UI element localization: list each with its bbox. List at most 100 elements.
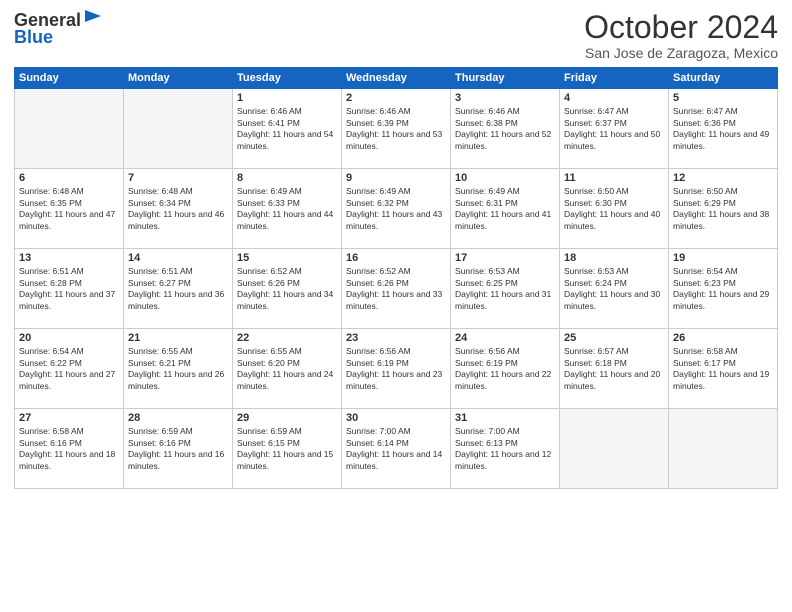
day-number: 13 — [19, 252, 119, 264]
day-number: 21 — [128, 332, 228, 344]
calendar-cell — [15, 89, 124, 169]
calendar-cell: 20 Sunrise: 6:54 AMSunset: 6:22 PMDayligh… — [15, 329, 124, 409]
calendar-cell: 21Sunrise: 6:55 AMSunset: 6:21 PMDayligh… — [124, 329, 233, 409]
month-title: October 2024 — [584, 10, 778, 45]
calendar-cell: 2Sunrise: 6:46 AMSunset: 6:39 PMDaylight… — [342, 89, 451, 169]
day-number: 17 — [455, 252, 555, 264]
day-info: Sunrise: 6:58 AMSunset: 6:17 PMDaylight:… — [673, 346, 773, 392]
day-number: 3 — [455, 92, 555, 104]
day-number: 7 — [128, 172, 228, 184]
calendar-cell: 23Sunrise: 6:56 AMSunset: 6:19 PMDayligh… — [342, 329, 451, 409]
day-info: Sunrise: 6:54 AMSunset: 6:22 PMDaylight:… — [19, 346, 119, 392]
day-number: 20 — [19, 332, 119, 344]
calendar-cell: 13 Sunrise: 6:51 AMSunset: 6:28 PMDayligh… — [15, 249, 124, 329]
day-number: 9 — [346, 172, 446, 184]
weekday-header: Saturday — [669, 68, 778, 89]
day-info: Sunrise: 6:47 AMSunset: 6:37 PMDaylight:… — [564, 106, 664, 152]
calendar-cell: 22 Sunrise: 6:55 AMSunset: 6:20 PMDayligh… — [233, 329, 342, 409]
calendar-cell: 1Sunrise: 6:46 AMSunset: 6:41 PMDaylight… — [233, 89, 342, 169]
calendar-cell: 6 Sunrise: 6:48 AMSunset: 6:35 PMDaylight… — [15, 169, 124, 249]
day-info: Sunrise: 6:54 AMSunset: 6:23 PMDaylight:… — [673, 266, 773, 312]
day-info: Sunrise: 6:58 AMSunset: 6:16 PMDaylight:… — [19, 426, 119, 472]
day-info: Sunrise: 6:53 AMSunset: 6:25 PMDaylight:… — [455, 266, 555, 312]
day-info: Sunrise: 6:57 AMSunset: 6:18 PMDaylight:… — [564, 346, 664, 392]
calendar-cell: 8 Sunrise: 6:49 AMSunset: 6:33 PMDaylight… — [233, 169, 342, 249]
day-info: Sunrise: 7:00 AMSunset: 6:13 PMDaylight:… — [455, 426, 555, 472]
day-info: Sunrise: 6:47 AMSunset: 6:36 PMDaylight:… — [673, 106, 773, 152]
calendar-cell: 16 Sunrise: 6:52 AMSunset: 6:26 PMDayligh… — [342, 249, 451, 329]
day-info: Sunrise: 6:59 AMSunset: 6:15 PMDaylight:… — [237, 426, 337, 472]
day-info: Sunrise: 6:49 AMSunset: 6:31 PMDaylight:… — [455, 186, 555, 232]
day-number: 27 — [19, 412, 119, 424]
calendar-cell: 25Sunrise: 6:57 AMSunset: 6:18 PMDayligh… — [560, 329, 669, 409]
day-number: 28 — [128, 412, 228, 424]
day-info: Sunrise: 6:56 AMSunset: 6:19 PMDaylight:… — [455, 346, 555, 392]
day-number: 15 — [237, 252, 337, 264]
day-number: 22 — [237, 332, 337, 344]
calendar-week-row: 6 Sunrise: 6:48 AMSunset: 6:35 PMDaylight… — [15, 169, 778, 249]
calendar-cell: 9 Sunrise: 6:49 AMSunset: 6:32 PMDaylight… — [342, 169, 451, 249]
day-number: 6 — [19, 172, 119, 184]
day-info: Sunrise: 6:52 AMSunset: 6:26 PMDaylight:… — [346, 266, 446, 312]
calendar-cell: 19 Sunrise: 6:54 AMSunset: 6:23 PMDayligh… — [669, 249, 778, 329]
day-info: Sunrise: 6:50 AMSunset: 6:30 PMDaylight:… — [564, 186, 664, 232]
calendar-cell: 15 Sunrise: 6:52 AMSunset: 6:26 PMDayligh… — [233, 249, 342, 329]
day-number: 24 — [455, 332, 555, 344]
calendar-cell: 18Sunrise: 6:53 AMSunset: 6:24 PMDayligh… — [560, 249, 669, 329]
day-number: 30 — [346, 412, 446, 424]
day-number: 16 — [346, 252, 446, 264]
calendar: SundayMondayTuesdayWednesdayThursdayFrid… — [14, 67, 778, 489]
day-number: 10 — [455, 172, 555, 184]
day-info: Sunrise: 6:51 AMSunset: 6:27 PMDaylight:… — [128, 266, 228, 312]
day-number: 8 — [237, 172, 337, 184]
day-info: Sunrise: 7:00 AMSunset: 6:14 PMDaylight:… — [346, 426, 446, 472]
logo: General Blue — [14, 10, 103, 48]
day-number: 11 — [564, 172, 664, 184]
calendar-cell: 27 Sunrise: 6:58 AMSunset: 6:16 PMDayligh… — [15, 409, 124, 489]
calendar-cell: 26 Sunrise: 6:58 AMSunset: 6:17 PMDayligh… — [669, 329, 778, 409]
calendar-cell — [669, 409, 778, 489]
logo-flag-icon — [83, 8, 103, 26]
calendar-cell: 11 Sunrise: 6:50 AMSunset: 6:30 PMDayligh… — [560, 169, 669, 249]
day-info: Sunrise: 6:56 AMSunset: 6:19 PMDaylight:… — [346, 346, 446, 392]
calendar-week-row: 13 Sunrise: 6:51 AMSunset: 6:28 PMDayligh… — [15, 249, 778, 329]
calendar-cell: 28 Sunrise: 6:59 AMSunset: 6:16 PMDayligh… — [124, 409, 233, 489]
day-number: 29 — [237, 412, 337, 424]
logo-area: General Blue — [14, 10, 103, 48]
day-number: 26 — [673, 332, 773, 344]
day-info: Sunrise: 6:59 AMSunset: 6:16 PMDaylight:… — [128, 426, 228, 472]
title-area: October 2024 San Jose de Zaragoza, Mexic… — [584, 10, 778, 61]
location-title: San Jose de Zaragoza, Mexico — [584, 45, 778, 61]
calendar-header-row: SundayMondayTuesdayWednesdayThursdayFrid… — [15, 68, 778, 89]
calendar-cell: 17 Sunrise: 6:53 AMSunset: 6:25 PMDayligh… — [451, 249, 560, 329]
day-info: Sunrise: 6:46 AMSunset: 6:38 PMDaylight:… — [455, 106, 555, 152]
day-info: Sunrise: 6:50 AMSunset: 6:29 PMDaylight:… — [673, 186, 773, 232]
day-number: 4 — [564, 92, 664, 104]
day-info: Sunrise: 6:49 AMSunset: 6:33 PMDaylight:… — [237, 186, 337, 232]
calendar-cell: 3 Sunrise: 6:46 AMSunset: 6:38 PMDaylight… — [451, 89, 560, 169]
day-info: Sunrise: 6:46 AMSunset: 6:41 PMDaylight:… — [237, 106, 337, 152]
weekday-header: Sunday — [15, 68, 124, 89]
weekday-header: Wednesday — [342, 68, 451, 89]
page: General Blue October 2024 San Jose de Za… — [0, 0, 792, 612]
day-number: 5 — [673, 92, 773, 104]
calendar-cell: 12 Sunrise: 6:50 AMSunset: 6:29 PMDayligh… — [669, 169, 778, 249]
day-info: Sunrise: 6:53 AMSunset: 6:24 PMDaylight:… — [564, 266, 664, 312]
calendar-cell: 24 Sunrise: 6:56 AMSunset: 6:19 PMDayligh… — [451, 329, 560, 409]
day-info: Sunrise: 6:51 AMSunset: 6:28 PMDaylight:… — [19, 266, 119, 312]
calendar-cell — [560, 409, 669, 489]
day-info: Sunrise: 6:49 AMSunset: 6:32 PMDaylight:… — [346, 186, 446, 232]
calendar-cell: 31Sunrise: 7:00 AMSunset: 6:13 PMDayligh… — [451, 409, 560, 489]
calendar-cell — [124, 89, 233, 169]
day-info: Sunrise: 6:52 AMSunset: 6:26 PMDaylight:… — [237, 266, 337, 312]
calendar-cell: 4 Sunrise: 6:47 AMSunset: 6:37 PMDaylight… — [560, 89, 669, 169]
day-number: 14 — [128, 252, 228, 264]
day-info: Sunrise: 6:46 AMSunset: 6:39 PMDaylight:… — [346, 106, 446, 152]
day-info: Sunrise: 6:55 AMSunset: 6:20 PMDaylight:… — [237, 346, 337, 392]
weekday-header: Friday — [560, 68, 669, 89]
day-number: 12 — [673, 172, 773, 184]
day-number: 19 — [673, 252, 773, 264]
calendar-cell: 10 Sunrise: 6:49 AMSunset: 6:31 PMDayligh… — [451, 169, 560, 249]
calendar-cell: 29 Sunrise: 6:59 AMSunset: 6:15 PMDayligh… — [233, 409, 342, 489]
day-info: Sunrise: 6:48 AMSunset: 6:35 PMDaylight:… — [19, 186, 119, 232]
